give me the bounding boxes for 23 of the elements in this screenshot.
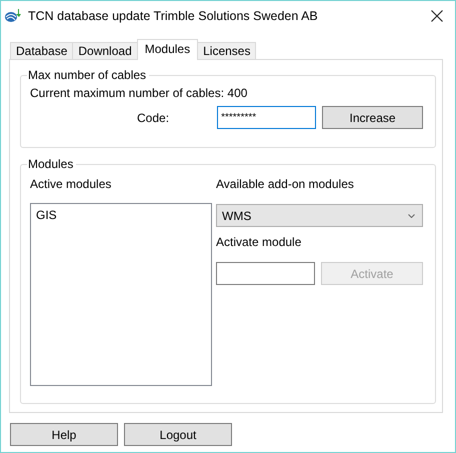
footer-button[interactable]: Logout xyxy=(124,423,232,446)
available-modules-dropdown[interactable]: WMS xyxy=(216,204,423,227)
footer-button[interactable]: Help xyxy=(10,423,118,446)
tab[interactable]: Modules xyxy=(136,39,198,60)
activate-module-label: Activate module xyxy=(216,235,302,249)
code-label: Code: xyxy=(137,110,170,124)
app-logo-icon xyxy=(5,8,21,22)
code-field[interactable]: ********* xyxy=(217,106,316,129)
group-title: Max number of cables xyxy=(27,68,148,82)
window-title: TCN database update Trimble Solutions Sweden AB xyxy=(28,8,319,22)
current-max-text: Current maximum number of cables: 400 xyxy=(30,86,248,100)
chevron-down-icon xyxy=(408,214,415,218)
close-icon[interactable] xyxy=(431,10,443,22)
tab[interactable]: Database xyxy=(10,42,74,59)
list-item[interactable]: GIS xyxy=(36,208,206,222)
group-title: Modules xyxy=(27,157,74,171)
tab[interactable]: Download xyxy=(72,42,138,59)
tab[interactable]: Licenses xyxy=(197,42,256,59)
available-modules-label: Available add-on modules xyxy=(216,177,355,191)
increase-button[interactable]: Increase xyxy=(322,106,423,129)
active-modules-label: Active modules xyxy=(30,177,112,191)
activation-code-field[interactable] xyxy=(216,262,315,285)
active-modules-list[interactable]: GIS xyxy=(30,203,212,386)
